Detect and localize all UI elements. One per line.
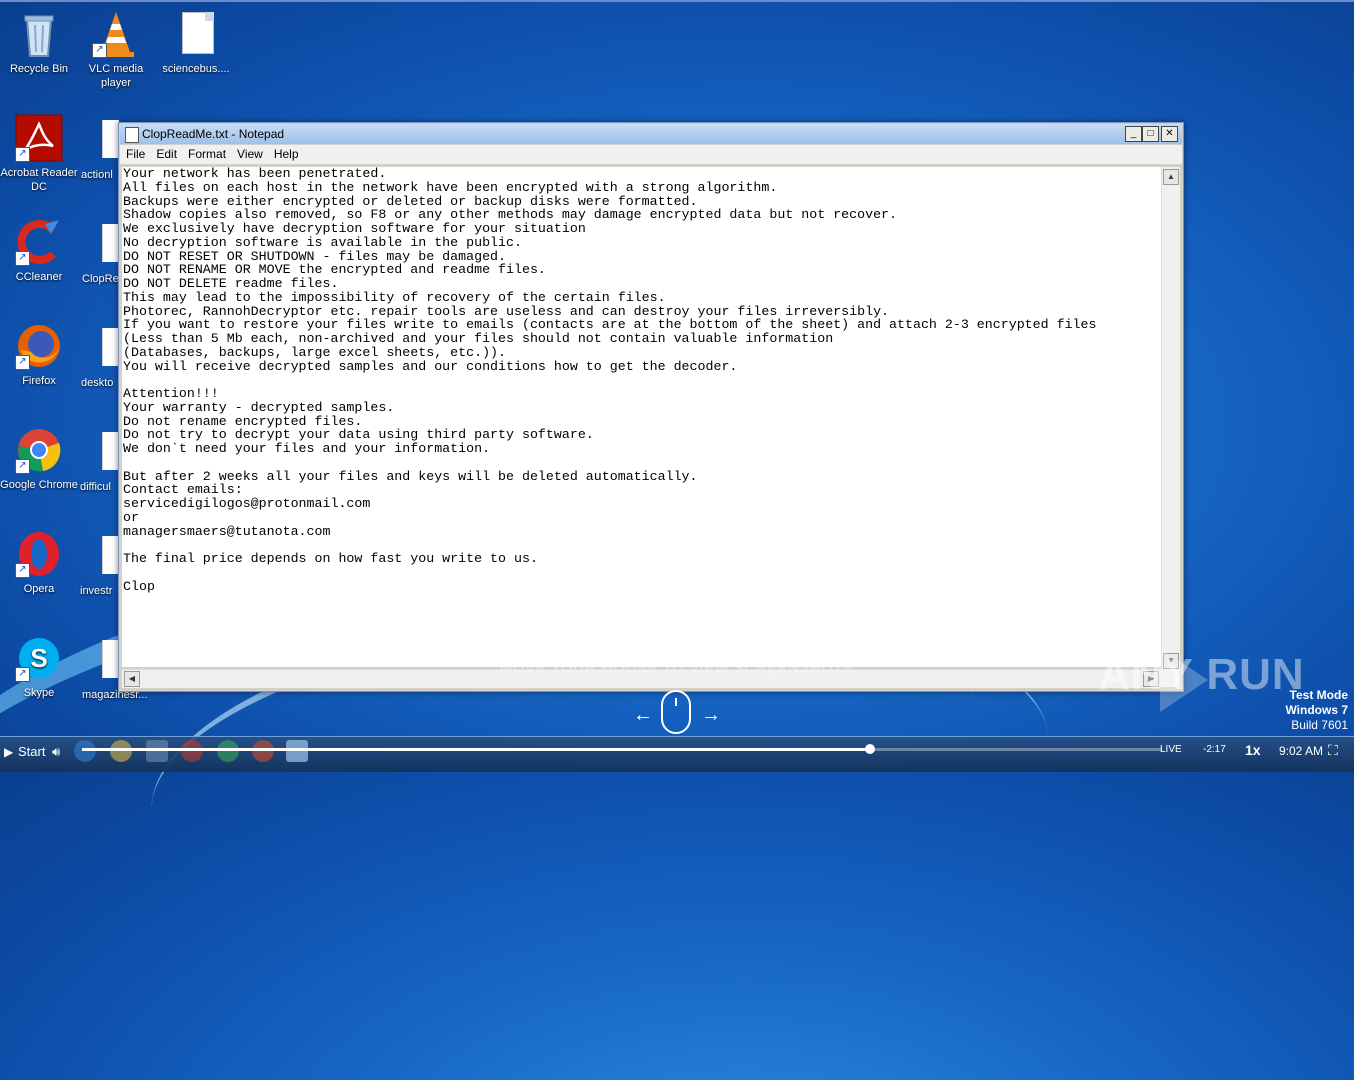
skype-icon: S ↗: [15, 634, 63, 682]
chrome-taskbar-icon[interactable]: [217, 740, 239, 762]
partial-file-icon[interactable]: [102, 432, 119, 470]
playback-progress[interactable]: [82, 744, 1162, 754]
close-button[interactable]: ✕: [1161, 126, 1178, 142]
build-number: Build 7601: [1291, 718, 1348, 732]
notepad-icon: [125, 127, 139, 143]
menu-help[interactable]: Help: [268, 145, 304, 161]
taskbar: [0, 736, 1354, 772]
partial-file-label: deskto: [81, 377, 114, 389]
desktop-icon-skype[interactable]: S ↗ Skype: [0, 634, 78, 700]
acrobat-icon: ↗: [15, 114, 63, 162]
ransom-note-text[interactable]: Your network has been penetrated. All fi…: [122, 167, 1161, 593]
desktop-icon-label: sciencebus....: [162, 63, 230, 75]
desktop-icon-label: Firefox: [22, 375, 56, 387]
scroll-up-arrow-icon[interactable]: ▲: [1163, 169, 1179, 185]
app-taskbar-icon[interactable]: [181, 740, 203, 762]
shortcut-arrow-icon: ↗: [15, 251, 30, 266]
mouse-icon: [661, 690, 691, 734]
shortcut-arrow-icon: ↗: [15, 667, 30, 682]
menu-file[interactable]: File: [120, 145, 150, 161]
text-editor-area[interactable]: Your network has been penetrated. All fi…: [122, 167, 1161, 667]
progress-fill: [82, 748, 871, 751]
ccleaner-icon: ↗: [15, 218, 63, 266]
partial-file-icon[interactable]: [102, 120, 119, 158]
prev-arrow-icon[interactable]: ←: [633, 704, 653, 727]
partial-file-icon[interactable]: [102, 536, 119, 574]
vertical-scrollbar[interactable]: ▲ ▼: [1161, 167, 1180, 670]
firefox-taskbar-icon[interactable]: [252, 740, 274, 762]
minimize-button[interactable]: _: [1125, 126, 1142, 142]
playback-speed[interactable]: 1x: [1245, 742, 1261, 758]
shortcut-arrow-icon: ↗: [15, 563, 30, 578]
start-label: Start: [18, 744, 46, 759]
menu-format[interactable]: Format: [182, 145, 231, 161]
windows-version: Windows 7: [1285, 703, 1348, 717]
window-title: ClopReadMe.txt - Notepad: [142, 127, 285, 141]
test-mode-label: Test Mode: [1289, 688, 1348, 702]
desktop-icon-label: Acrobat Reader DC: [0, 167, 78, 193]
partial-file-label: difficul: [80, 481, 111, 493]
test-mode-notice: Test Mode Windows 7 Build 7601: [1285, 688, 1348, 733]
menu-bar: File Edit Format View Help: [120, 145, 1182, 164]
notepad-window[interactable]: ClopReadMe.txt - Notepad _ □ ✕ File Edit F…: [118, 122, 1184, 692]
chrome-icon: ↗: [15, 426, 63, 474]
notepad-taskbar-icon[interactable]: [286, 740, 308, 762]
recycle-bin-icon: [15, 10, 63, 58]
ie-taskbar-icon[interactable]: [74, 740, 96, 762]
shortcut-arrow-icon: ↗: [15, 147, 30, 162]
desktop-icon-label: Opera: [23, 583, 55, 595]
fullscreen-icon[interactable]: ⛶: [1328, 742, 1338, 759]
partial-file-icon[interactable]: [102, 224, 119, 262]
system-clock: 9:02 AM: [1279, 744, 1324, 758]
desktop-icon-chrome[interactable]: ↗ Google Chrome: [0, 426, 78, 492]
partial-file-label: actionl: [81, 169, 113, 181]
title-bar[interactable]: ClopReadMe.txt - Notepad _ □ ✕: [120, 124, 1182, 144]
play-icon[interactable]: ▶: [4, 741, 13, 763]
desktop-icon-label: Google Chrome: [0, 479, 78, 491]
menu-edit[interactable]: Edit: [150, 145, 182, 161]
svg-text:S: S: [30, 643, 47, 673]
desktop-icon-recycle-bin[interactable]: Recycle Bin: [0, 10, 78, 76]
document-file-icon: [172, 10, 220, 58]
opera-icon: ↗: [15, 530, 63, 578]
shortcut-arrow-icon: ↗: [92, 43, 107, 58]
desktop-icon-label: Recycle Bin: [9, 63, 69, 75]
media-taskbar-icon[interactable]: [146, 740, 168, 762]
partial-file-label: ClopRe: [82, 273, 119, 285]
desktop-icon-label: CCleaner: [15, 271, 63, 283]
next-arrow-icon[interactable]: →: [701, 704, 721, 727]
top-strip: [0, 0, 1354, 2]
vlc-cone-icon: ↗: [92, 10, 140, 58]
partial-file-icon[interactable]: [102, 328, 119, 366]
desktop-icon-label: Skype: [23, 687, 55, 699]
partial-file-label: investr: [80, 585, 113, 597]
partial-file-icon[interactable]: [102, 640, 119, 678]
shortcut-arrow-icon: ↗: [15, 355, 30, 370]
desktop-icon-opera[interactable]: ↗ Opera: [0, 530, 78, 596]
desktop-icon-firefox[interactable]: ↗ Firefox: [0, 322, 78, 388]
firefox-icon: ↗: [15, 322, 63, 370]
desktop-icon-vlc[interactable]: ↗ VLC media player: [77, 10, 155, 90]
shortcut-arrow-icon: ↗: [15, 459, 30, 474]
maximize-button[interactable]: □: [1142, 126, 1159, 142]
desktop-icon-acrobat[interactable]: ↗ Acrobat Reader DC: [0, 114, 78, 194]
explorer-taskbar-icon[interactable]: [110, 740, 132, 762]
desktop-icon-ccleaner[interactable]: ↗ CCleaner: [0, 218, 78, 284]
watermark: ANY RUN: [1098, 650, 1305, 699]
volume-icon[interactable]: 🔊︎: [52, 744, 60, 760]
scroll-left-arrow-icon[interactable]: ◀: [124, 671, 140, 687]
desktop-icon-sciencebus[interactable]: sciencebus....: [157, 10, 235, 76]
menu-view[interactable]: View: [231, 145, 268, 161]
time-remaining: -2:17: [1203, 744, 1226, 755]
live-indicator[interactable]: LIVE: [1160, 744, 1182, 755]
desktop-icon-label: VLC media player: [88, 63, 144, 89]
screenshot-hint: MOVE YOUR MOUSE TO VIEW SCREENSHOTS: [500, 660, 854, 677]
